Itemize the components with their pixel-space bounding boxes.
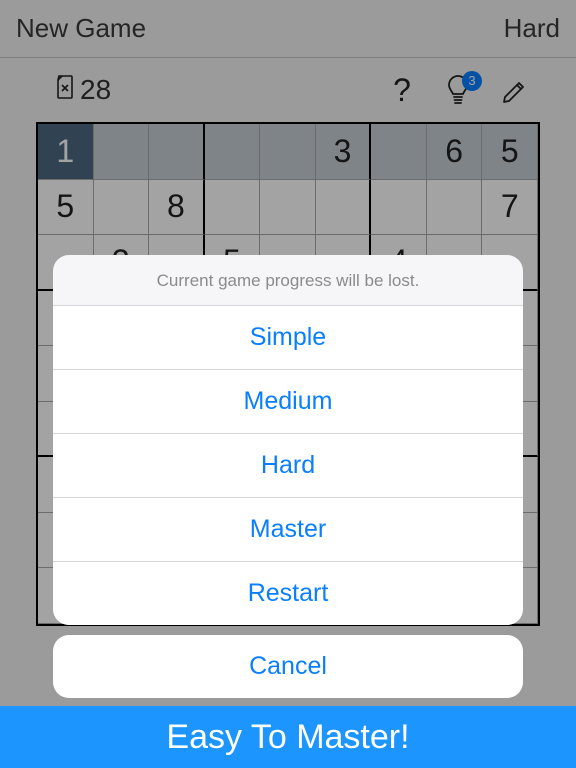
cancel-button[interactable]: Cancel xyxy=(53,635,523,698)
action-sheet-cancel: Cancel xyxy=(53,635,523,698)
difficulty-option-master[interactable]: Master xyxy=(53,498,523,562)
difficulty-option-hard[interactable]: Hard xyxy=(53,434,523,498)
promo-banner: Easy To Master! xyxy=(0,706,576,768)
difficulty-option-medium[interactable]: Medium xyxy=(53,370,523,434)
action-sheet: Current game progress will be lost. Simp… xyxy=(0,255,576,698)
action-sheet-options: Current game progress will be lost. Simp… xyxy=(53,255,523,625)
restart-option[interactable]: Restart xyxy=(53,562,523,625)
difficulty-option-simple[interactable]: Simple xyxy=(53,306,523,370)
action-sheet-title: Current game progress will be lost. xyxy=(53,255,523,306)
